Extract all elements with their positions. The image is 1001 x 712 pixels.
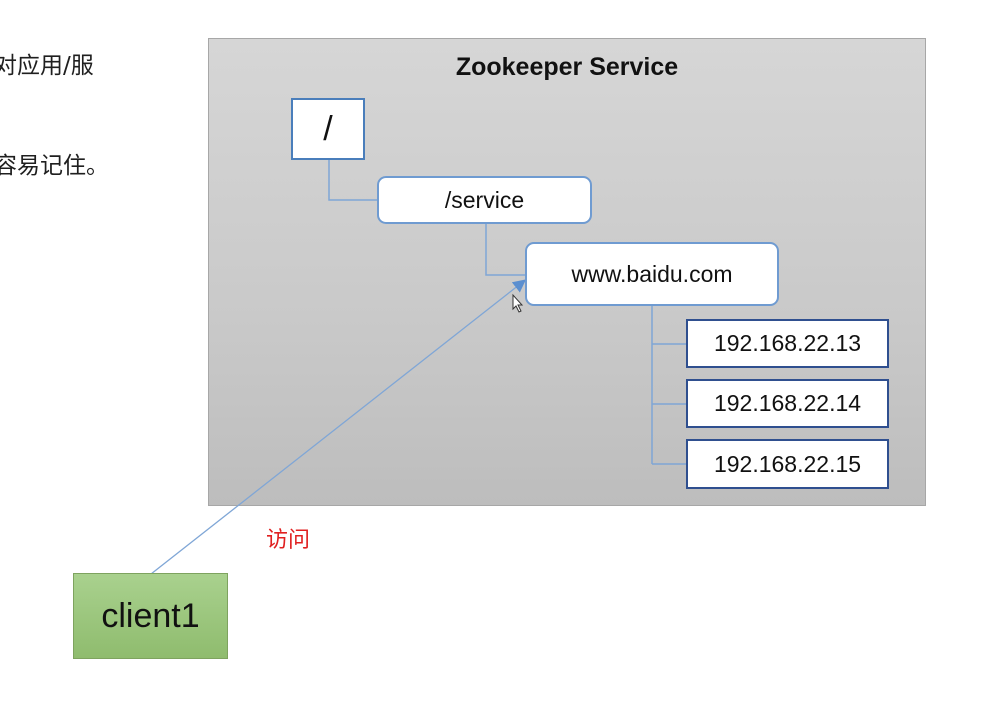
client-node: client1 (73, 573, 228, 659)
access-label: 访问 (266, 528, 311, 553)
ip-node: 192.168.22.14 (686, 379, 889, 428)
domain-node: www.baidu.com (525, 242, 779, 306)
mouse-cursor-icon (512, 293, 524, 313)
ip-node: 192.168.22.15 (686, 439, 889, 489)
ip-node: 192.168.22.13 (686, 319, 889, 368)
connector-root-service (328, 160, 378, 201)
connector-service-domain (485, 224, 526, 276)
access-arrow (150, 279, 527, 575)
service-node: /service (377, 176, 592, 224)
root-node: / (291, 98, 365, 160)
